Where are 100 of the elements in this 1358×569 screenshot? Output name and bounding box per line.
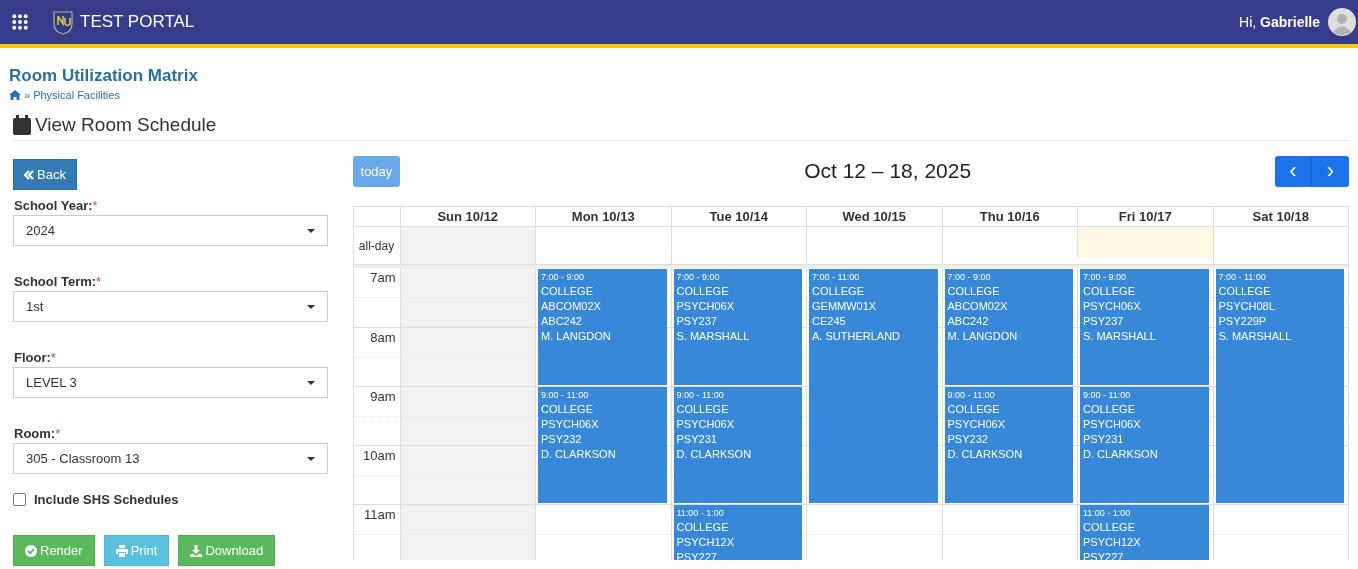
back-button[interactable]: Back [13, 159, 77, 190]
event-block[interactable]: 9:00 - 11:00 COLLEGE PSYCH06X PSY231 D. CLARKSON [1080, 387, 1209, 503]
event-text: M. LANGDON [947, 329, 1019, 344]
hour-label: 11am [363, 507, 396, 524]
event-text: D. CLARKSON [1083, 447, 1159, 462]
event-block[interactable]: 7:00 - 9:00 COLLEGE PSYCH06X PSY237 S. MARSHALL [673, 269, 802, 385]
double-chevron-icon [24, 169, 34, 180]
day-header: Thu 10/16 [941, 207, 1077, 226]
event-text: PSYCH06X [1083, 299, 1142, 314]
select-field[interactable]: 1st [13, 291, 328, 322]
event-time: 7:00 - 9:00 [1083, 271, 1128, 284]
event-time: 9:00 - 11:00 [947, 389, 996, 402]
event-text: PSYCH06X [541, 417, 600, 432]
event-block[interactable]: 7:00 - 9:00 COLLEGE PSYCH06X PSY237 S. MARSHALL [1080, 269, 1209, 385]
event-text: GEMMW01X [812, 299, 878, 314]
home-icon[interactable] [9, 90, 21, 100]
event-time: 9:00 - 11:00 [676, 389, 725, 402]
event-text: PSYCH06X [676, 299, 735, 314]
event-block[interactable]: 9:00 - 11:00 COLLEGE PSYCH06X PSY232 D. CLARKSON [944, 387, 1073, 503]
render-button[interactable]: Render [13, 535, 95, 566]
required-mark: * [55, 426, 61, 441]
event-block[interactable]: 7:00 - 9:00 COLLEGE ABCOM02X ABC242 M. LANGDON [944, 269, 1073, 385]
event-text: PSY232 [541, 432, 583, 447]
event-text: COLLEGE [1218, 284, 1272, 299]
event-text: D. CLARKSON [947, 447, 1024, 462]
event-text: PSY231 [1083, 432, 1125, 447]
event-text: PSYCH06X [947, 417, 1006, 432]
checkbox-label: Include SHS Schedules [34, 492, 179, 507]
event-text: COLLEGE [947, 284, 1001, 299]
event-text: S. MARSHALL [676, 329, 751, 344]
event-text: COLLEGE [676, 284, 730, 299]
event-text: COLLEGE [541, 284, 594, 299]
download-button[interactable]: Download [178, 535, 276, 566]
user-avatar-icon[interactable] [1328, 8, 1356, 36]
required-mark: * [96, 274, 102, 289]
event-text: COLLEGE [947, 402, 1001, 417]
event-text: COLLEGE [1083, 284, 1136, 299]
required-mark: * [50, 350, 56, 365]
day-header: Tue 10/14 [670, 207, 806, 226]
event-time: 7:00 - 11:00 [1218, 271, 1267, 284]
calendar-title: Oct 12 – 18, 2025 [804, 159, 972, 183]
event-block[interactable]: 7:00 - 11:00 COLLEGE GEMMW01X CE245 A. SUTHERLAND [809, 269, 938, 503]
app-title: TEST PORTAL [80, 12, 195, 32]
day-header: Sat 10/18 [1212, 207, 1348, 226]
select-field[interactable]: 305 - Classroom 13 [13, 443, 328, 474]
event-block[interactable]: 7:00 - 9:00 COLLEGE ABCOM02X ABC242 M. LANGDON [538, 269, 667, 385]
event-time: 7:00 - 9:00 [676, 271, 721, 284]
event-text: PSY237 [1083, 314, 1125, 329]
event-block[interactable]: 9:00 - 11:00 COLLEGE PSYCH06X PSY231 D. CLARKSON [673, 387, 802, 503]
breadcrumb-link[interactable]: Physical Facilities [33, 89, 120, 101]
event-text: ABCOM02X [947, 299, 1009, 314]
caret-icon [306, 304, 315, 309]
field-label: Room: [14, 426, 56, 441]
event-block[interactable]: 7:00 - 11:00 COLLEGE PSYCH08L PSY229P S. MARSHALL [1215, 269, 1344, 503]
hour-label: 9am [370, 389, 396, 406]
event-text: PSYCH08L [1218, 299, 1276, 314]
event-text: PSY229P [1218, 314, 1268, 329]
day-header: Mon 10/13 [535, 207, 671, 226]
day-header: Wed 10/15 [806, 207, 942, 226]
select-field[interactable]: 2024 [13, 215, 328, 246]
event-text: COLLEGE [676, 520, 730, 535]
field-label: School Year: [14, 198, 93, 213]
hour-label: 8am [370, 330, 396, 347]
all-day-label: all-day [357, 237, 396, 255]
next-button[interactable]: › [1312, 155, 1349, 187]
checkbox[interactable] [13, 493, 26, 506]
required-mark: * [92, 198, 98, 213]
shield-logo-icon [52, 9, 74, 35]
caret-icon [306, 228, 315, 233]
event-time: 11:00 - 1:00 [1083, 507, 1132, 520]
page-title: Room Utilization Matrix [9, 65, 199, 87]
event-text: PSYCH06X [676, 417, 735, 432]
event-block[interactable]: 9:00 - 11:00 COLLEGE PSYCH06X PSY232 D. CLARKSON [538, 387, 667, 503]
print-button[interactable]: Print [103, 535, 170, 566]
event-text: S. MARSHALL [1218, 329, 1293, 344]
event-text: PSY237 [676, 314, 718, 329]
event-text: PSYCH12X [676, 535, 735, 550]
event-text: CE245 [812, 314, 847, 329]
hour-label: 7am [370, 270, 396, 287]
field-label: School Term: [14, 274, 97, 289]
event-text: A. SUTHERLAND [812, 329, 902, 344]
event-text: ABC242 [947, 314, 990, 329]
hour-label: 10am [363, 448, 396, 465]
event-text: D. CLARKSON [541, 447, 617, 462]
user-greeting: Hi, Gabrielle [1239, 14, 1320, 30]
section-title: View Room Schedule [35, 114, 217, 136]
day-header: Fri 10/17 [1077, 207, 1213, 226]
event-text: S. MARSHALL [1083, 329, 1157, 344]
select-field[interactable]: LEVEL 3 [13, 367, 328, 398]
event-text: ABCOM02X [541, 299, 602, 314]
check-circle-icon [25, 544, 37, 557]
event-text: M. LANGDON [541, 329, 612, 344]
caret-icon [306, 380, 315, 385]
previous-button[interactable]: ‹ [1275, 155, 1312, 187]
caret-icon [306, 456, 315, 461]
apps-grid-icon[interactable] [12, 14, 28, 30]
event-text: COLLEGE [812, 284, 865, 299]
event-text: PSYCH06X [1083, 417, 1142, 432]
event-text: ABC242 [541, 314, 583, 329]
breadcrumb-separator: » [24, 89, 31, 101]
